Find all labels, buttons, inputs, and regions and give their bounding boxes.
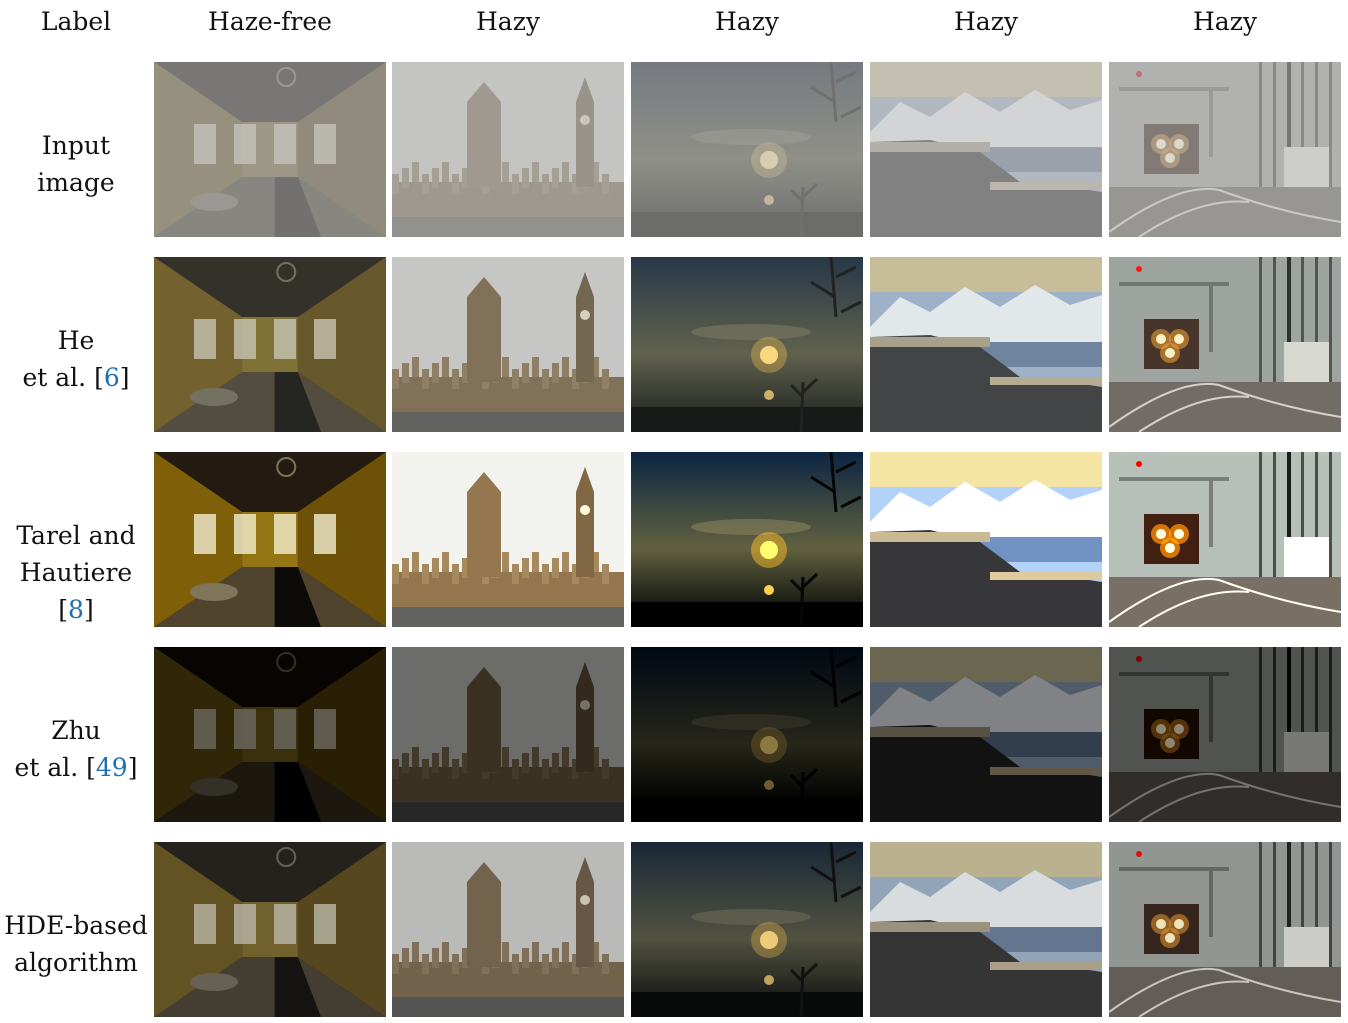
row-label-he: He et al. [6] bbox=[0, 322, 152, 396]
mountain-range-thumbnail bbox=[870, 842, 1102, 1017]
sunset-lake-thumbnail bbox=[631, 842, 863, 1017]
mountain-range-thumbnail bbox=[870, 452, 1102, 627]
column-header-hazy-2: Hazy bbox=[714, 7, 779, 36]
citation-link[interactable]: 49 bbox=[96, 753, 128, 782]
result-image-train-lights bbox=[1109, 842, 1341, 1017]
train-lights-thumbnail bbox=[1109, 647, 1341, 822]
result-image-sunset-lake bbox=[631, 62, 863, 237]
result-image-westminster-palace bbox=[392, 452, 624, 627]
row-label-hde: HDE-based algorithm bbox=[0, 907, 152, 981]
result-image-westminster-palace bbox=[392, 842, 624, 1017]
row-label-line2: image bbox=[37, 168, 115, 197]
sunset-lake-thumbnail bbox=[631, 62, 863, 237]
result-image-mountain-range bbox=[870, 62, 1102, 237]
citation-link[interactable]: 6 bbox=[104, 363, 120, 392]
abandoned-room-thumbnail bbox=[154, 257, 386, 432]
row-label-line1: Tarel and bbox=[16, 521, 136, 550]
row-label-input: Input image bbox=[0, 127, 152, 201]
row-label-line1: Input bbox=[41, 131, 111, 160]
sunset-lake-thumbnail bbox=[631, 257, 863, 432]
result-image-train-lights bbox=[1109, 452, 1341, 627]
row-label-zhu: Zhu et al. [49] bbox=[0, 712, 152, 786]
citation-link[interactable]: 8 bbox=[68, 595, 84, 624]
row-label-line2: et al. [49] bbox=[14, 753, 138, 782]
column-header-label: Label bbox=[40, 7, 112, 36]
abandoned-room-thumbnail bbox=[154, 452, 386, 627]
westminster-palace-thumbnail bbox=[392, 842, 624, 1017]
train-lights-thumbnail bbox=[1109, 452, 1341, 627]
row-label-tarel: Tarel and Hautiere [8] bbox=[0, 517, 152, 628]
result-image-abandoned-room bbox=[154, 62, 386, 237]
row-label-line1: He bbox=[57, 326, 95, 355]
westminster-palace-thumbnail bbox=[392, 62, 624, 237]
westminster-palace-thumbnail bbox=[392, 257, 624, 432]
row-label-line1: Zhu bbox=[51, 716, 101, 745]
column-header-haze-free: Haze-free bbox=[208, 7, 332, 36]
train-lights-thumbnail bbox=[1109, 257, 1341, 432]
result-image-abandoned-room bbox=[154, 647, 386, 822]
result-image-train-lights bbox=[1109, 647, 1341, 822]
result-image-sunset-lake bbox=[631, 257, 863, 432]
abandoned-room-thumbnail bbox=[154, 62, 386, 237]
row-label-line2: Hautiere [8] bbox=[19, 558, 133, 624]
result-image-abandoned-room bbox=[154, 842, 386, 1017]
result-image-train-lights bbox=[1109, 257, 1341, 432]
train-lights-thumbnail bbox=[1109, 62, 1341, 237]
result-image-mountain-range bbox=[870, 647, 1102, 822]
result-image-sunset-lake bbox=[631, 842, 863, 1017]
result-image-abandoned-room bbox=[154, 452, 386, 627]
result-image-mountain-range bbox=[870, 257, 1102, 432]
row-label-line2: algorithm bbox=[14, 948, 138, 977]
westminster-palace-thumbnail bbox=[392, 452, 624, 627]
result-image-mountain-range bbox=[870, 452, 1102, 627]
column-header-hazy-4: Hazy bbox=[1192, 7, 1257, 36]
result-image-westminster-palace bbox=[392, 62, 624, 237]
result-image-westminster-palace bbox=[392, 257, 624, 432]
result-image-sunset-lake bbox=[631, 452, 863, 627]
row-label-line2: et al. [6] bbox=[22, 363, 130, 392]
train-lights-thumbnail bbox=[1109, 842, 1341, 1017]
result-image-mountain-range bbox=[870, 842, 1102, 1017]
abandoned-room-thumbnail bbox=[154, 842, 386, 1017]
row-label-line1: HDE-based bbox=[4, 911, 148, 940]
result-image-westminster-palace bbox=[392, 647, 624, 822]
result-image-sunset-lake bbox=[631, 647, 863, 822]
mountain-range-thumbnail bbox=[870, 647, 1102, 822]
mountain-range-thumbnail bbox=[870, 62, 1102, 237]
abandoned-room-thumbnail bbox=[154, 647, 386, 822]
westminster-palace-thumbnail bbox=[392, 647, 624, 822]
column-header-hazy-1: Hazy bbox=[475, 7, 540, 36]
column-header-hazy-3: Hazy bbox=[953, 7, 1018, 36]
result-image-train-lights bbox=[1109, 62, 1341, 237]
result-image-abandoned-room bbox=[154, 257, 386, 432]
sunset-lake-thumbnail bbox=[631, 452, 863, 627]
sunset-lake-thumbnail bbox=[631, 647, 863, 822]
mountain-range-thumbnail bbox=[870, 257, 1102, 432]
